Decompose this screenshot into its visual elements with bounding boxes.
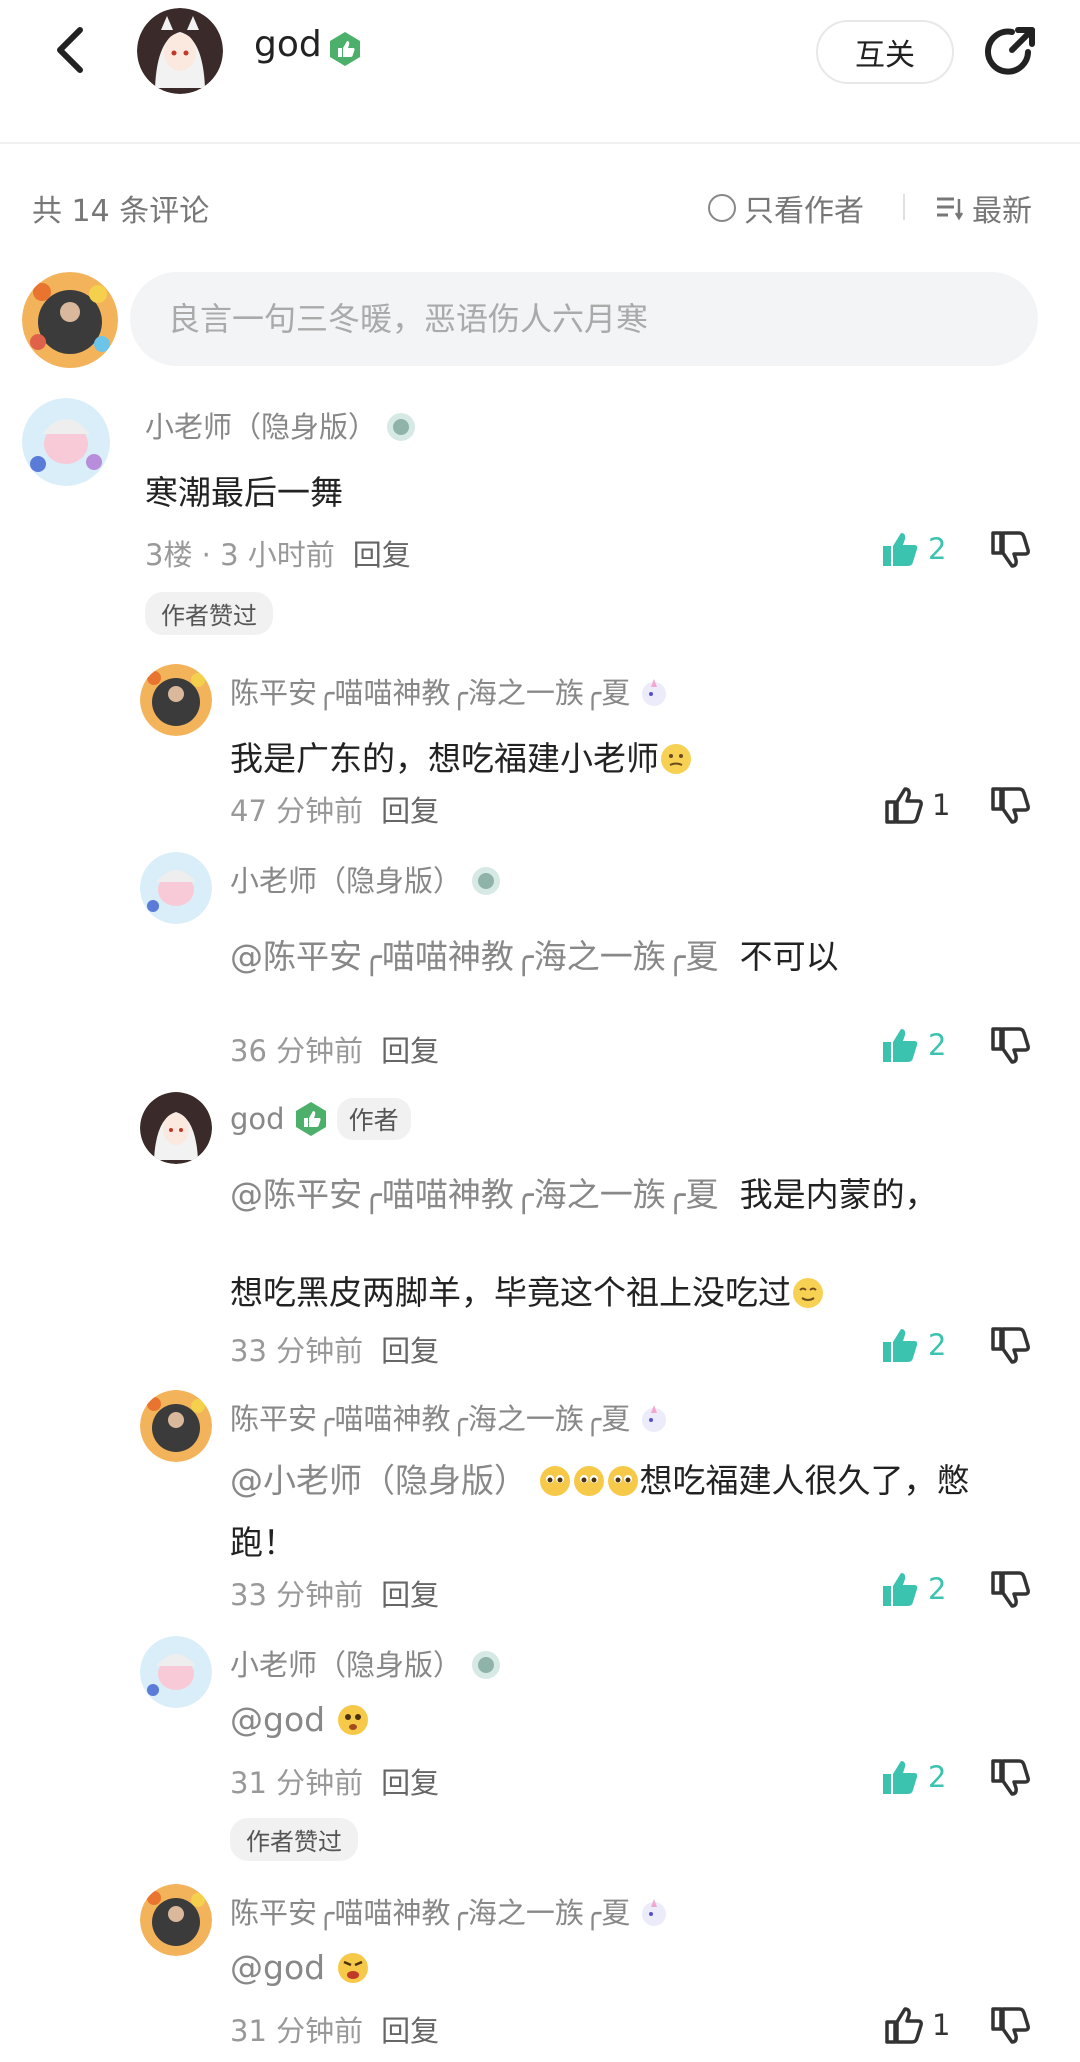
sort-button[interactable]: 最新 <box>934 186 1032 230</box>
thumbs-up-icon <box>883 1761 918 1794</box>
verified-badge-icon <box>295 1102 326 1136</box>
thumbs-up-icon <box>885 787 923 824</box>
pleading-emoji-icon <box>607 1466 638 1496</box>
sort-icon <box>937 197 964 221</box>
mention-link[interactable]: @小老师（隐身版） <box>230 1461 527 1500</box>
only-author-toggle[interactable]: 只看作者 <box>708 186 864 230</box>
avatar[interactable] <box>140 1390 212 1462</box>
avatar[interactable] <box>140 664 212 736</box>
comment-meta: 31 分钟前 回复 <box>230 2014 440 2048</box>
comment-text-line2: 想吃黑皮两脚羊，毕竟这个祖上没吃过 <box>230 1266 825 1314</box>
comment-meta: 31 分钟前 回复 <box>230 1766 440 1800</box>
page-title: god <box>254 24 322 65</box>
comment-meta: 33 分钟前 回复 <box>230 1334 440 1368</box>
reply-button[interactable]: 回复 <box>381 1334 439 1368</box>
like-button[interactable]: 2 <box>880 528 946 570</box>
verified-badge-icon <box>330 32 360 66</box>
thinking-emoji-icon <box>661 744 691 774</box>
like-button[interactable]: 2 <box>880 1024 946 1066</box>
only-author-label: 只看作者 <box>744 194 864 229</box>
comment-author[interactable]: 小老师（隐身版） <box>230 1642 502 1684</box>
comment-text-line2: 跑！ <box>230 1523 296 1562</box>
pleading-emoji-icon <box>539 1466 570 1496</box>
author-chip: 作者 <box>336 1098 411 1140</box>
comment-author[interactable]: 陈平安╭喵喵神教╭海之一族╭夏 <box>230 670 670 712</box>
reply-button[interactable]: 回复 <box>381 794 439 828</box>
comment-author[interactable]: 小老师（隐身版） <box>230 858 502 900</box>
comment-count: 共 14 条评论 <box>32 194 210 229</box>
comment-text: @陈平安╭喵喵神教╭海之一族╭夏 不可以 <box>230 937 839 976</box>
comment-text: @god <box>230 1700 370 1739</box>
my-avatar <box>22 272 118 368</box>
pleading-emoji-icon <box>573 1466 604 1496</box>
medal-icon <box>472 1651 501 1679</box>
back-icon[interactable] <box>44 22 100 78</box>
wow-emoji-icon <box>337 1705 368 1735</box>
mention-link[interactable]: @陈平安╭喵喵神教╭海之一族╭夏 <box>230 1175 719 1214</box>
thumbs-down-icon[interactable] <box>990 784 1036 830</box>
smirk-emoji-icon <box>793 1278 823 1308</box>
mention-link[interactable]: @god <box>230 1700 325 1739</box>
author-liked-tag: 作者赞过 <box>145 592 273 635</box>
unicorn-icon <box>642 679 667 706</box>
thumbs-up-icon <box>885 2007 923 2044</box>
comment-text: 我是广东的，想吃福建小老师 <box>230 732 693 780</box>
avatar[interactable] <box>140 1636 212 1708</box>
reply-button[interactable]: 回复 <box>381 1578 439 1612</box>
thumbs-up-icon <box>883 1029 918 1062</box>
comment-meta: 36 分钟前 回复 <box>230 1034 440 1068</box>
thumbs-down-icon[interactable] <box>990 1324 1036 1370</box>
comment-meta: 33 分钟前 回复 <box>230 1578 440 1612</box>
mutual-follow-button[interactable]: 互关 <box>816 20 954 84</box>
reply-button[interactable]: 回复 <box>381 2014 439 2048</box>
reply-button[interactable]: 回复 <box>381 1034 439 1068</box>
avatar[interactable] <box>140 852 212 924</box>
thumbs-up-icon <box>883 1573 918 1606</box>
avatar[interactable] <box>140 1884 212 1956</box>
comment-text: @陈平安╭喵喵神教╭海之一族╭夏 我是内蒙的， <box>230 1175 938 1214</box>
author-avatar[interactable] <box>137 8 223 94</box>
medal-icon <box>472 867 501 895</box>
thumbs-down-icon[interactable] <box>990 2004 1036 2050</box>
divider <box>903 194 905 220</box>
mention-link[interactable]: @god <box>230 1948 325 1987</box>
comment-author[interactable]: god 作者 <box>230 1098 411 1140</box>
like-button[interactable]: 1 <box>884 2004 950 2046</box>
like-button[interactable]: 2 <box>880 1756 946 1798</box>
thumbs-down-icon[interactable] <box>990 528 1036 574</box>
top-bar: god 互关 <box>0 0 1080 144</box>
radio-circle-icon <box>708 194 736 222</box>
thumbs-up-icon <box>883 533 918 566</box>
mention-link[interactable]: @陈平安╭喵喵神教╭海之一族╭夏 <box>230 937 719 976</box>
thumbs-down-icon[interactable] <box>990 1024 1036 1070</box>
avatar[interactable] <box>140 1092 212 1164</box>
unicorn-icon <box>642 1899 667 1926</box>
comment-text: @god <box>230 1948 370 1987</box>
share-icon[interactable] <box>982 22 1040 80</box>
author-liked-tag: 作者赞过 <box>230 1818 358 1861</box>
comment-author[interactable]: 陈平安╭喵喵神教╭海之一族╭夏 <box>230 1890 670 1932</box>
comment-meta: 47 分钟前 回复 <box>230 794 440 828</box>
unicorn-icon <box>642 1405 667 1432</box>
avatar[interactable] <box>22 398 110 486</box>
angry-emoji-icon <box>337 1953 368 1983</box>
medal-icon <box>387 413 416 441</box>
like-button[interactable]: 2 <box>880 1568 946 1610</box>
thumbs-up-icon <box>883 1329 918 1362</box>
like-button[interactable]: 2 <box>880 1324 946 1366</box>
comment-author[interactable]: 陈平安╭喵喵神教╭海之一族╭夏 <box>230 1396 670 1438</box>
comment-meta: 3楼 · 3 小时前 回复 <box>145 538 411 572</box>
comment-author[interactable]: 小老师（隐身版） <box>145 404 417 446</box>
comment-text: @小老师（隐身版） 想吃福建人很久了，憋 <box>230 1461 970 1500</box>
thumbs-down-icon[interactable] <box>990 1756 1036 1802</box>
reply-button[interactable]: 回复 <box>353 538 411 572</box>
sort-label: 最新 <box>972 194 1032 229</box>
comment-text: 寒潮最后一舞 <box>145 473 343 512</box>
reply-button[interactable]: 回复 <box>381 1766 439 1800</box>
comment-input[interactable] <box>130 272 1038 366</box>
thumbs-down-icon[interactable] <box>990 1568 1036 1614</box>
like-button[interactable]: 1 <box>884 784 950 826</box>
